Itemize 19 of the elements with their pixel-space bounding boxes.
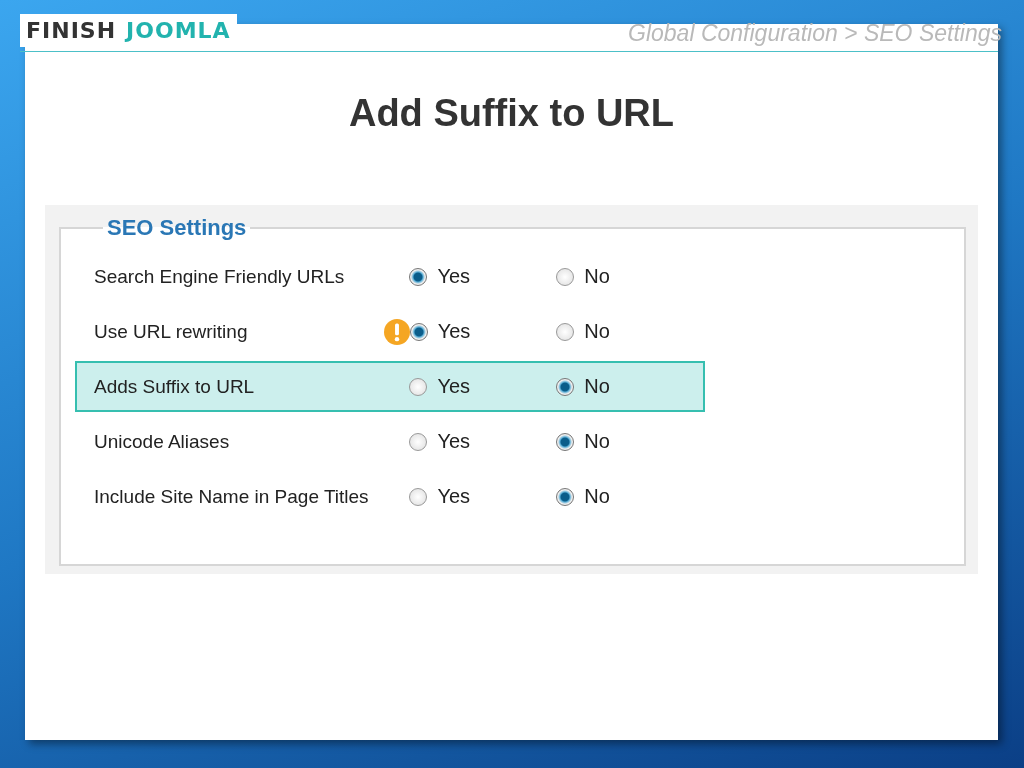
group-legend: SEO Settings bbox=[103, 215, 251, 241]
option-label[interactable]: Yes bbox=[437, 430, 470, 453]
setting-label: Unicode Aliases bbox=[94, 430, 231, 453]
setting-label: Include Site Name in Page Titles bbox=[94, 485, 370, 508]
option-label[interactable]: No bbox=[584, 375, 610, 398]
setting-label: Adds Suffix to URL bbox=[94, 375, 256, 398]
option-label[interactable]: Yes bbox=[437, 320, 471, 343]
logo-text: JOOMLA bbox=[126, 18, 231, 43]
setting-label: Search Engine Friendly URLs bbox=[94, 265, 346, 288]
logo-text: FINISH bbox=[26, 18, 117, 43]
slide-title: Add Suffix to URL bbox=[347, 92, 676, 135]
setting-label: Use URL rewriting bbox=[94, 320, 249, 343]
option-label[interactable]: No bbox=[584, 265, 610, 288]
option-label[interactable]: No bbox=[584, 485, 610, 508]
option-label[interactable]: No bbox=[584, 430, 610, 453]
option-label[interactable]: Yes bbox=[437, 265, 470, 288]
option-label[interactable]: No bbox=[584, 320, 610, 343]
option-label[interactable]: Yes bbox=[437, 375, 470, 398]
option-label[interactable]: Yes bbox=[437, 485, 470, 508]
